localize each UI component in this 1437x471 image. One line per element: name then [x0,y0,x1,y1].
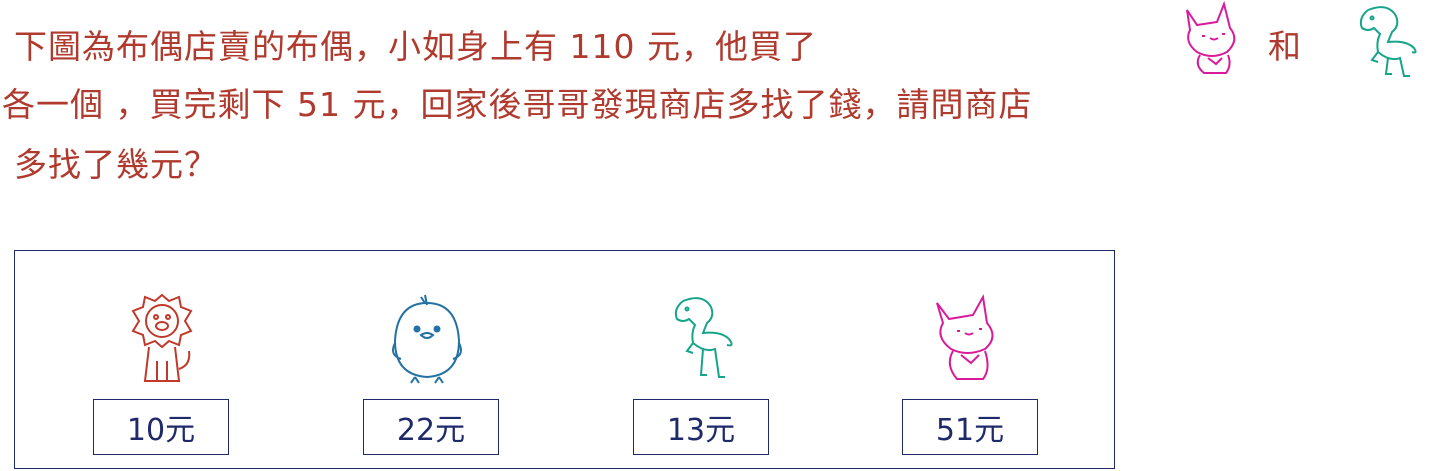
toy-shop-panel: 10元 22元 13元 51元 [14,250,1115,469]
horse-icon [1359,6,1417,77]
horse-icon [674,297,733,378]
price-label-chick: 22元 [363,399,499,455]
fox-icon [1186,0,1236,74]
fox-icon [936,293,994,380]
lion-icon [131,293,193,382]
question-line-2: 各一個 ，買完剩下 51 元，回家後哥哥發現商店多找了錢，請問商店 [2,85,1033,124]
question-line-1: 下圖為布偶店賣的布偶，小如身上有 110 元，他買了 [14,27,817,66]
question-and-word: 和 [1268,27,1301,66]
price-label-fox: 51元 [902,399,1038,455]
price-label-lion: 10元 [93,399,229,455]
chick-icon [392,294,462,384]
question-line-3: 多找了幾元？ [14,145,218,184]
price-label-horse: 13元 [633,399,769,455]
